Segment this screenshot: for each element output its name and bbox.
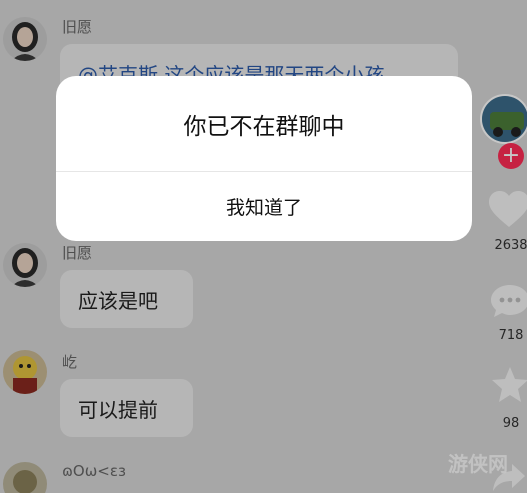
removed-from-group-dialog: 你已不在群聊中 我知道了 xyxy=(56,76,472,241)
acknowledge-button[interactable]: 我知道了 xyxy=(56,172,472,241)
modal-overlay xyxy=(0,0,527,493)
dialog-title: 你已不在群聊中 xyxy=(183,113,345,140)
